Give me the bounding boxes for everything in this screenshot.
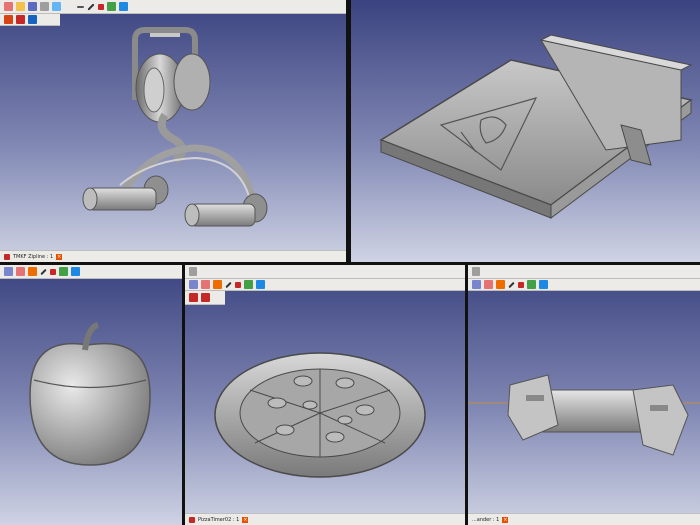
viewport-apple[interactable] [0,265,182,525]
viewport-zipline[interactable]: TMKF Zipline : 1 × [0,0,346,262]
document-tab-label[interactable]: TMKF Zipline : 1 [13,254,53,260]
phone-stand-model [379,34,693,219]
document-tab-bar: ...ander : 1 × [468,513,700,525]
dumbbell-model [468,374,700,456]
document-icon [4,253,10,260]
document-tab-bar: TMKF Zipline : 1 × [0,250,346,262]
document-tab-label[interactable]: ...ander : 1 [472,517,499,523]
document-tab-label[interactable]: PizzaTimer02 : 1 [198,517,239,523]
viewport-dumbbell[interactable]: ...ander : 1 × [468,265,700,525]
zipline-model [82,27,268,227]
pizza-model [214,352,426,478]
close-tab-icon[interactable]: × [242,516,249,523]
document-tab-bar: PizzaTimer02 : 1 × [185,513,465,525]
close-tab-icon[interactable]: × [56,253,63,260]
apple-model [29,322,151,466]
viewport-pizza[interactable]: PizzaTimer02 : 1 × [185,265,465,525]
viewport-phone-stand[interactable] [351,0,700,262]
close-tab-icon[interactable]: × [502,516,509,523]
document-icon [189,516,195,523]
